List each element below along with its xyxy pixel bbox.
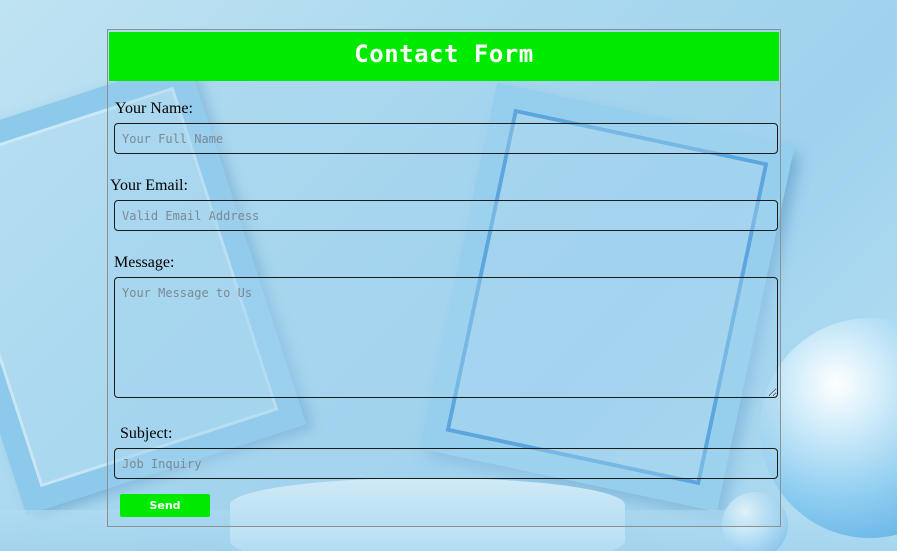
message-label: Message: <box>114 254 175 271</box>
form-title: Contact Form <box>354 39 534 68</box>
form-header: Contact Form <box>109 32 779 81</box>
email-label: Your Email: <box>110 177 188 194</box>
name-label: Your Name: <box>115 100 193 117</box>
contact-form: Contact Form Your Name: Your Email: Mess… <box>107 29 781 527</box>
email-input[interactable] <box>114 200 778 231</box>
send-button[interactable]: Send <box>120 494 210 517</box>
name-input[interactable] <box>114 123 778 154</box>
subject-label: Subject: <box>120 425 173 442</box>
message-textarea[interactable] <box>114 277 778 398</box>
subject-input[interactable] <box>114 448 778 479</box>
